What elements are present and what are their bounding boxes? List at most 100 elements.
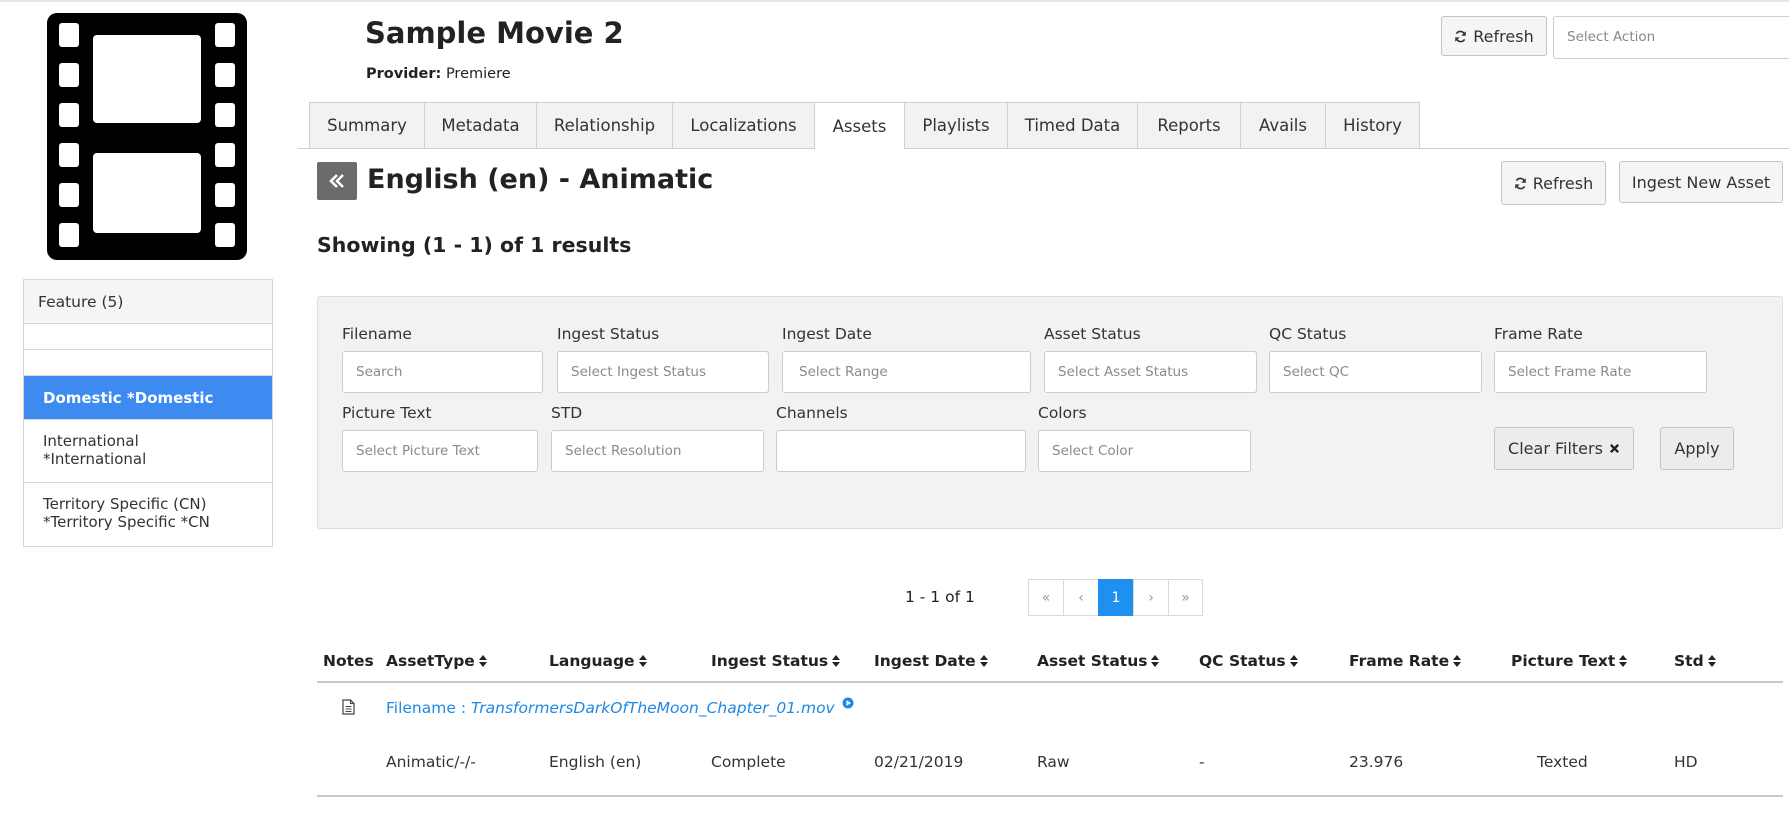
tab-localizations[interactable]: Localizations — [672, 102, 814, 149]
tab-timed-data[interactable]: Timed Data — [1007, 102, 1137, 149]
tab-history[interactable]: History — [1325, 102, 1420, 149]
sort-icon — [832, 655, 841, 667]
provider-info: Provider: Premiere — [366, 66, 511, 82]
column-header-qc-status[interactable]: QC Status — [1199, 652, 1298, 670]
column-header-asset-status[interactable]: Asset Status — [1037, 652, 1160, 670]
refresh-icon — [1455, 30, 1467, 42]
refresh-icon — [1515, 177, 1526, 189]
section-refresh-label: Refresh — [1532, 173, 1594, 193]
colors-filter-label: Colors — [1038, 404, 1087, 422]
section-refresh-button[interactable]: Refresh — [1501, 161, 1606, 205]
sort-icon — [1619, 655, 1628, 667]
column-header-ingest-status[interactable]: Ingest Status — [711, 652, 841, 670]
tab-playlists[interactable]: Playlists — [904, 102, 1007, 149]
page-last-button[interactable]: » — [1168, 579, 1203, 616]
filename-filter-label: Filename — [342, 325, 412, 343]
sidebar-item-blank[interactable] — [24, 350, 272, 376]
cell-ingest-date: 02/21/2019 — [874, 753, 964, 771]
sort-icon — [1289, 655, 1298, 667]
double-chevron-left-icon — [329, 174, 344, 188]
sidebar-item-domestic[interactable]: Domestic *Domestic — [24, 376, 272, 420]
column-header-std[interactable]: Std — [1674, 652, 1716, 670]
page-next-button[interactable]: › — [1133, 579, 1168, 616]
table-header-divider — [317, 681, 1783, 683]
filename-search-input[interactable]: Search — [342, 351, 543, 393]
cell-picture-text: Texted — [1537, 753, 1588, 771]
sidebar-item-territory-cn[interactable]: Territory Specific (CN) *Territory Speci… — [24, 483, 272, 546]
sidebar-item-sublabel: *International — [43, 450, 147, 468]
tab-summary[interactable]: Summary — [309, 102, 424, 149]
ingest-status-select[interactable]: Select Ingest Status — [557, 351, 769, 393]
column-header-picture-text[interactable]: Picture Text — [1511, 652, 1628, 670]
tab-metadata[interactable]: Metadata — [424, 102, 536, 149]
std-resolution-select[interactable]: Select Resolution — [551, 430, 764, 472]
column-header-label: Frame Rate — [1349, 652, 1450, 670]
column-header-language[interactable]: Language — [549, 652, 647, 670]
section-title: English (en) - Animatic — [367, 164, 714, 195]
sidebar-item-international[interactable]: International *International — [24, 420, 272, 483]
apply-filters-button[interactable]: Apply — [1660, 427, 1734, 470]
header-refresh-button[interactable]: Refresh — [1441, 16, 1547, 56]
results-count: Showing (1 - 1) of 1 results — [317, 233, 632, 257]
tab-avails[interactable]: Avails — [1240, 102, 1325, 149]
qc-status-filter-label: QC Status — [1269, 325, 1347, 343]
page-first-button[interactable]: « — [1028, 579, 1063, 616]
film-strip-poster-icon — [47, 13, 247, 260]
ingest-new-asset-button[interactable]: Ingest New Asset — [1619, 161, 1783, 203]
sidebar-item-feature[interactable]: Feature (5) — [24, 280, 272, 324]
pagination: « ‹ 1 › » — [1028, 579, 1203, 616]
sidebar-item-blank[interactable] — [24, 324, 272, 350]
select-action-dropdown[interactable]: Select Action — [1553, 16, 1789, 59]
qc-status-select[interactable]: Select QC — [1269, 351, 1482, 393]
play-circle-icon[interactable] — [842, 697, 854, 709]
asset-filename-link[interactable]: Filename : TransformersDarkOfTheMoon_Cha… — [386, 697, 854, 717]
close-icon — [1609, 443, 1619, 454]
cell-std: HD — [1674, 753, 1698, 771]
header-refresh-label: Refresh — [1473, 26, 1534, 46]
back-button[interactable] — [317, 162, 357, 200]
sort-icon — [478, 655, 487, 667]
column-header-asset-type[interactable]: AssetType — [386, 652, 487, 670]
column-header-notes: Notes — [323, 652, 374, 670]
column-header-label: Picture Text — [1511, 652, 1616, 670]
page-prev-button[interactable]: ‹ — [1063, 579, 1098, 616]
column-header-label: Std — [1674, 652, 1704, 670]
notes-document-icon[interactable] — [342, 699, 355, 715]
table-row-divider — [317, 795, 1783, 797]
clear-filters-label: Clear Filters — [1508, 439, 1603, 458]
asset-status-filter-label: Asset Status — [1044, 325, 1141, 343]
frame-rate-select[interactable]: Select Frame Rate — [1494, 351, 1707, 393]
tab-assets[interactable]: Assets — [814, 102, 904, 150]
ingest-status-filter-label: Ingest Status — [557, 325, 660, 343]
column-header-label: AssetType — [386, 652, 475, 670]
column-header-label: Language — [549, 652, 635, 670]
sort-icon — [1151, 655, 1160, 667]
tab-reports[interactable]: Reports — [1137, 102, 1240, 149]
page-current-button[interactable]: 1 — [1098, 579, 1133, 616]
territory-list: Feature (5) Domestic *Domestic Internati… — [23, 279, 273, 547]
asset-status-select[interactable]: Select Asset Status — [1044, 351, 1257, 393]
provider-label: Provider: — [366, 66, 442, 82]
channels-input[interactable] — [776, 430, 1026, 472]
cell-ingest-status: Complete — [711, 753, 786, 771]
std-filter-label: STD — [551, 404, 583, 422]
cell-asset-status: Raw — [1037, 753, 1070, 771]
column-header-label: Ingest Status — [711, 652, 829, 670]
sort-icon — [979, 655, 988, 667]
picture-text-filter-label: Picture Text — [342, 404, 432, 422]
frame-rate-filter-label: Frame Rate — [1494, 325, 1583, 343]
clear-filters-button[interactable]: Clear Filters — [1494, 427, 1634, 470]
column-header-ingest-date[interactable]: Ingest Date — [874, 652, 988, 670]
tab-relationship[interactable]: Relationship — [536, 102, 672, 149]
tab-bar: Summary Metadata Relationship Localizati… — [309, 102, 1420, 150]
filename-prefix: Filename : — [386, 699, 471, 717]
colors-select[interactable]: Select Color — [1038, 430, 1251, 472]
column-header-label: Asset Status — [1037, 652, 1148, 670]
provider-value: Premiere — [445, 66, 511, 82]
top-border — [0, 0, 1789, 2]
picture-text-select[interactable]: Select Picture Text — [342, 430, 538, 472]
column-header-label: QC Status — [1199, 652, 1286, 670]
page-title: Sample Movie 2 — [365, 16, 624, 50]
ingest-date-range-input[interactable]: Select Range — [782, 351, 1031, 393]
column-header-frame-rate[interactable]: Frame Rate — [1349, 652, 1462, 670]
